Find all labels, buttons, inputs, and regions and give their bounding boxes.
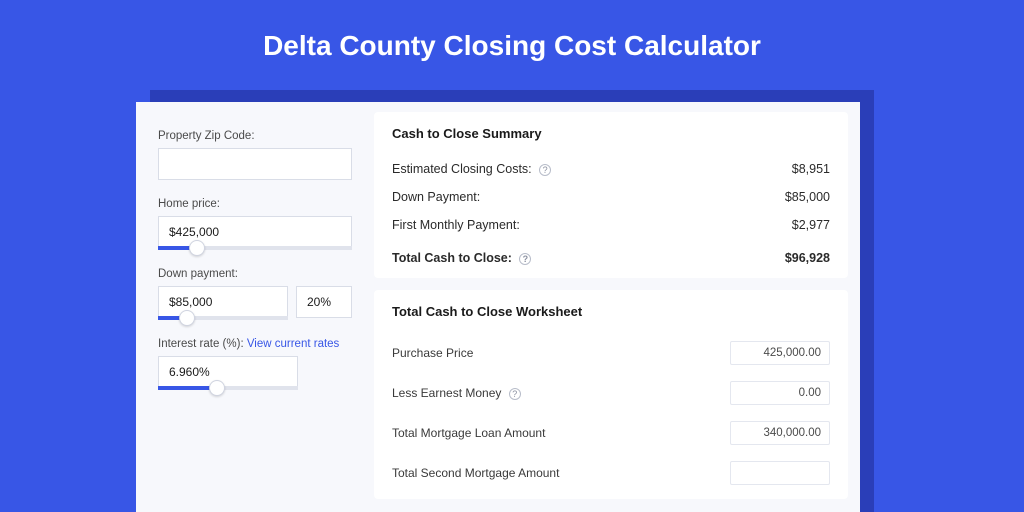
summary-row-value: $8,951 (792, 162, 830, 176)
home-price-slider[interactable] (158, 246, 352, 250)
summary-row-label-text: Estimated Closing Costs: (392, 162, 532, 176)
down-payment-slider-thumb[interactable] (179, 310, 195, 326)
inputs-column: Property Zip Code: Home price: Down paym… (136, 102, 374, 512)
summary-row-value: $2,977 (792, 218, 830, 232)
help-icon[interactable]: ? (509, 388, 521, 400)
down-payment-field: Down payment: (158, 268, 352, 320)
interest-rate-label: Interest rate (%): View current rates (158, 338, 352, 350)
down-payment-input[interactable] (158, 286, 288, 318)
down-payment-label: Down payment: (158, 268, 352, 280)
interest-rate-slider-thumb[interactable] (209, 380, 225, 396)
worksheet-row: Purchase Price (392, 333, 830, 373)
home-price-field: Home price: (158, 198, 352, 250)
home-price-label: Home price: (158, 198, 352, 210)
summary-total-label-text: Total Cash to Close: (392, 251, 512, 265)
down-payment-slider[interactable] (158, 316, 288, 320)
calculator-panel: Property Zip Code: Home price: Down paym… (136, 102, 860, 512)
worksheet-input[interactable] (730, 381, 830, 405)
help-icon[interactable]: ? (519, 253, 531, 265)
summary-total-value: $96,928 (785, 251, 830, 265)
interest-rate-input[interactable] (158, 356, 298, 388)
down-payment-pct-input[interactable] (296, 286, 352, 318)
interest-rate-field: Interest rate (%): View current rates (158, 338, 352, 390)
worksheet-row-label: Less Earnest Money ? (392, 386, 521, 400)
worksheet-row: Total Mortgage Loan Amount (392, 413, 830, 453)
worksheet-row-label: Total Second Mortgage Amount (392, 466, 559, 480)
worksheet-input[interactable] (730, 461, 830, 485)
summary-row: Down Payment: $85,000 (392, 183, 830, 211)
home-price-input[interactable] (158, 216, 352, 248)
summary-total-label: Total Cash to Close: ? (392, 251, 531, 265)
summary-row-value: $85,000 (785, 190, 830, 204)
zip-field: Property Zip Code: (158, 130, 352, 180)
worksheet-input[interactable] (730, 421, 830, 445)
summary-card: Cash to Close Summary Estimated Closing … (374, 112, 848, 278)
worksheet-input[interactable] (730, 341, 830, 365)
worksheet-row-label: Purchase Price (392, 346, 473, 360)
page-title: Delta County Closing Cost Calculator (0, 0, 1024, 86)
summary-row-label-text: First Monthly Payment: (392, 218, 520, 232)
summary-row: First Monthly Payment: $2,977 (392, 211, 830, 239)
zip-label: Property Zip Code: (158, 130, 352, 142)
results-column: Cash to Close Summary Estimated Closing … (374, 102, 860, 512)
zip-input[interactable] (158, 148, 352, 180)
worksheet-row-label-text: Less Earnest Money (392, 386, 501, 400)
interest-rate-slider[interactable] (158, 386, 298, 390)
worksheet-row: Total Second Mortgage Amount (392, 453, 830, 493)
summary-row-label: Estimated Closing Costs: ? (392, 162, 551, 176)
interest-rate-label-text: Interest rate (%): (158, 338, 247, 350)
worksheet-card: Total Cash to Close Worksheet Purchase P… (374, 290, 848, 499)
help-icon[interactable]: ? (539, 164, 551, 176)
summary-row-label-text: Down Payment: (392, 190, 480, 204)
summary-title: Cash to Close Summary (392, 126, 830, 141)
summary-total-row: Total Cash to Close: ? $96,928 (392, 239, 830, 272)
summary-row: Estimated Closing Costs: ? $8,951 (392, 155, 830, 183)
worksheet-row-label: Total Mortgage Loan Amount (392, 426, 545, 440)
worksheet-title: Total Cash to Close Worksheet (392, 304, 830, 319)
home-price-slider-thumb[interactable] (189, 240, 205, 256)
worksheet-row: Less Earnest Money ? (392, 373, 830, 413)
view-current-rates-link[interactable]: View current rates (247, 338, 339, 350)
